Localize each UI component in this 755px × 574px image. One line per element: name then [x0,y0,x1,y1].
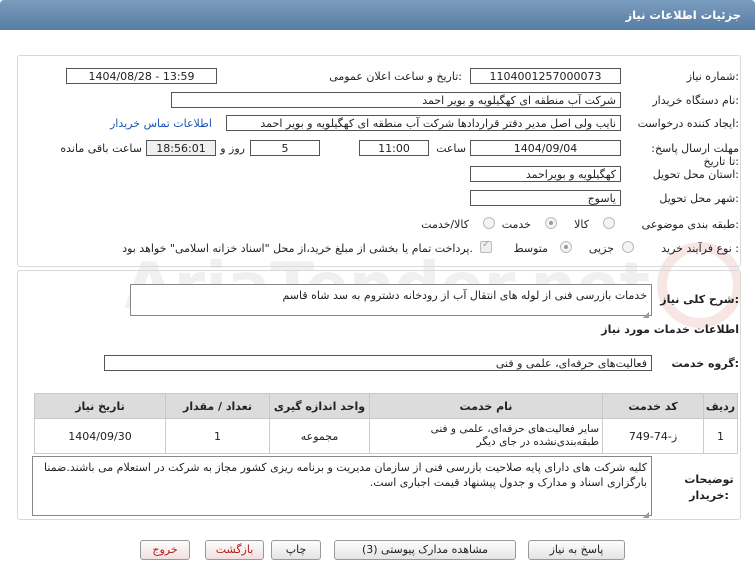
cell-row-number: 1 [703,418,738,454]
buyer-notes-label: توضیحات خریدار: [684,473,734,502]
view-attachments-button[interactable]: مشاهده مدارک پیوستی (3) [334,540,516,560]
buyer-label: نام دستگاه خریدار: [652,94,739,107]
category-option-service: خدمت [501,218,531,231]
services-heading: اطلاعات خدمات مورد نیاز [601,323,739,336]
print-button[interactable]: چاپ [271,540,321,560]
cell-unit: مجموعه [269,418,370,454]
deadline-time-field: 11:00 [359,140,429,156]
buyer-field: شرکت آب منطقه ای کهگیلویه و بویر احمد [171,92,621,108]
window-title: جزئیات اطلاعات نیاز [625,8,741,22]
announce-field: 1404/08/28 - 13:59 [66,68,217,84]
resize-handle-icon[interactable]: ◢ [642,507,649,519]
days-remaining-field: 5 [250,140,320,156]
creator-field: نایب ولی اصل مدیر دفتر قراردادها شرکت آب… [226,115,621,131]
summary-textarea[interactable]: خدمات بازرسی فنی از لوله های انتقال آب ا… [130,284,652,319]
category-radio-service[interactable] [545,217,557,229]
category-option-goods-service: کالا/خدمت [421,218,469,231]
back-button[interactable]: بازگشت [205,540,264,560]
window-titlebar: جزئیات اطلاعات نیاز [0,0,755,30]
process-option-medium: متوسط [513,242,548,255]
deadline-date-field: 1404/09/04 [470,140,621,156]
col-header-service-code: کد خدمت [602,393,704,419]
cell-quantity: 1 [165,418,270,454]
process-label: نوع فرآیند خرید : [661,242,739,255]
table-header-row: ردیف کد خدمت نام خدمت واحد اندازه گیری ت… [34,393,738,419]
category-label: طبقه بندی موضوعی: [641,218,739,231]
col-header-row-number: ردیف [703,393,738,419]
cell-service-code: ز-74-749 [602,418,704,454]
resize-handle-icon[interactable]: ◢ [642,307,649,319]
buyer-notes-textarea[interactable]: کلیه شرکت های دارای پایه صلاحیت بازرسی ف… [32,456,652,519]
cell-need-date: 1404/09/30 [34,418,166,454]
table-row: 1 ز-74-749 سایر فعالیت‌های حرفه‌ای، علمی… [34,418,738,454]
service-group-field: فعالیت‌های حرفه‌ای، علمی و فنی [104,355,652,371]
announce-label: تاریخ و ساعت اعلان عمومی: [329,70,462,83]
treasury-payment-checkbox[interactable] [480,239,492,253]
need-info-panel [17,55,741,267]
service-group-label: گروه خدمت: [671,357,739,370]
time-remaining-label: ساعت باقی مانده [60,142,142,155]
deadline-label: مهلت ارسال پاسخ: تا تاریخ: [651,142,739,168]
category-radio-goods[interactable] [603,217,615,229]
days-label: روز و [220,142,245,155]
reply-button[interactable]: پاسخ به نیاز [528,540,625,560]
need-number-label: شماره نیاز: [686,70,739,83]
services-table: ردیف کد خدمت نام خدمت واحد اندازه گیری ت… [34,393,738,454]
treasury-payment-note: پرداخت تمام یا بخشی از مبلغ خرید،از محل … [122,242,473,255]
process-option-minor: جزیی [588,242,614,255]
process-radio-minor[interactable] [622,241,634,253]
summary-label: شرح کلی نیاز: [660,293,739,306]
city-label: شهر محل تحویل: [659,192,739,205]
col-header-need-date: تاریخ نیاز [34,393,166,419]
exit-button[interactable]: خروج [140,540,190,560]
col-header-service-name: نام خدمت [369,393,603,419]
deadline-time-label: ساعت [436,142,466,155]
process-radio-medium[interactable] [560,241,572,253]
category-option-goods: کالا [574,218,589,231]
col-header-quantity: تعداد / مقدار [165,393,270,419]
cell-service-name: سایر فعالیت‌های حرفه‌ای، علمی و فنی طبقه… [369,418,603,454]
buyer-notes-text: کلیه شرکت های دارای پایه صلاحیت بازرسی ف… [44,461,647,489]
summary-text: خدمات بازرسی فنی از لوله های انتقال آب ا… [282,289,647,302]
province-field: کهگیلویه و بویراحمد [470,166,621,182]
category-radio-goods-service[interactable] [483,217,495,229]
time-remaining-field: 18:56:01 [146,140,216,156]
need-number-field: 1104001257000073 [470,68,621,84]
city-field: یاسوج [470,190,621,206]
col-header-unit: واحد اندازه گیری [269,393,370,419]
creator-label: ایجاد کننده درخواست: [637,117,739,130]
buyer-contact-link[interactable]: اطلاعات تماس خریدار [110,117,212,130]
province-label: استان محل تحویل: [652,168,739,181]
